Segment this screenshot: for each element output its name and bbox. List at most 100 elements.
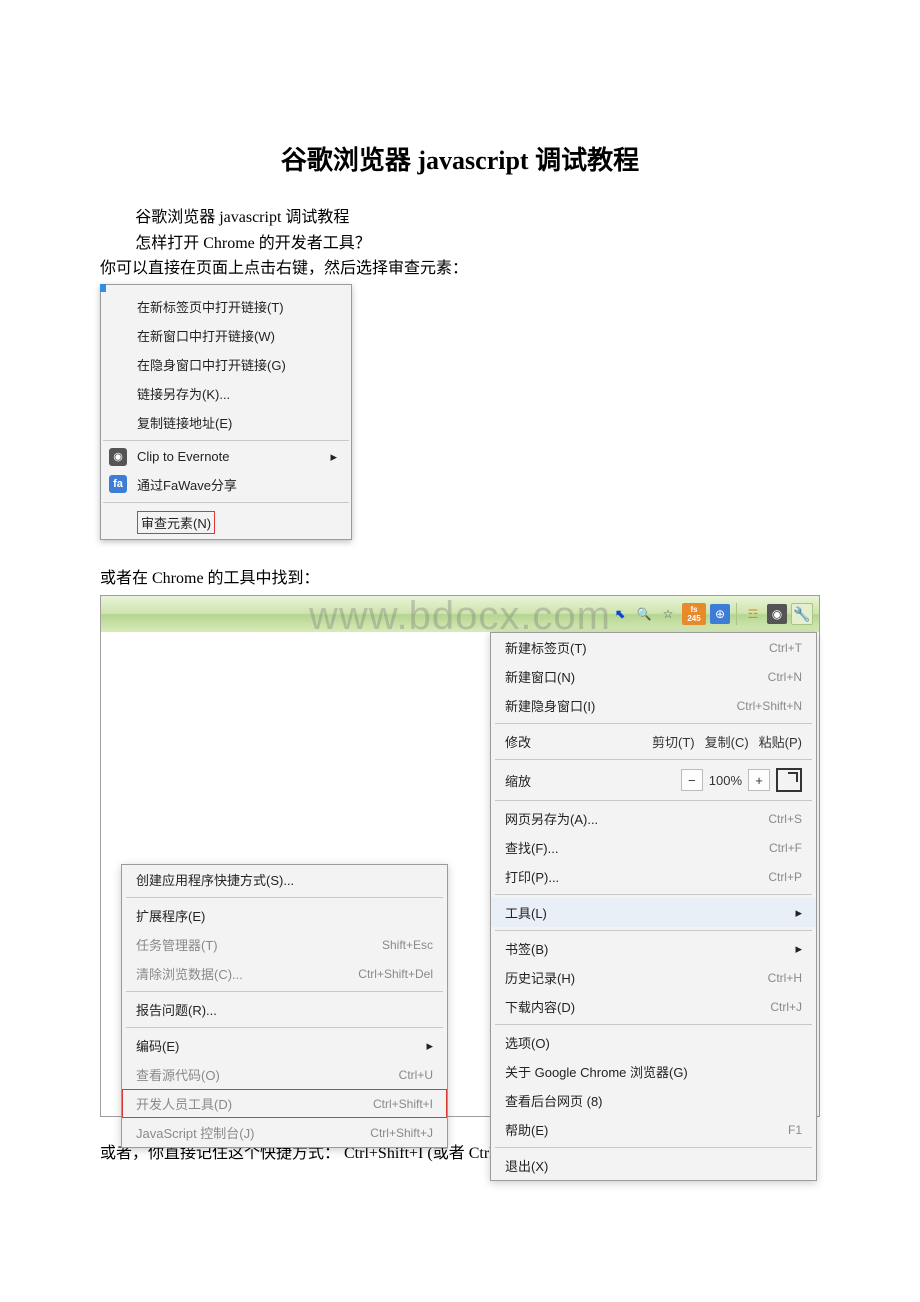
evernote-icon: ◉ (109, 448, 127, 466)
ctx-open-in-window[interactable]: 在新窗口中打开链接(W) (101, 321, 351, 350)
paragraph: 怎样打开 Chrome 的开发者工具？ (100, 231, 820, 257)
mi-history[interactable]: 历史记录(H)Ctrl+H (491, 963, 816, 992)
star-icon[interactable]: ☆ (658, 604, 678, 624)
shortcut: Ctrl+Shift+I (373, 1097, 433, 1111)
tools-submenu: 创建应用程序快捷方式(S)... 扩展程序(E) 任务管理器(T)Shift+E… (121, 864, 448, 1148)
mi-task-manager[interactable]: 任务管理器(T)Shift+Esc (122, 930, 447, 959)
globe-icon[interactable]: ⊕ (710, 604, 730, 624)
page-title: 谷歌浏览器 javascript 调试教程 (100, 140, 820, 177)
mi-label: 缩放 (505, 771, 531, 790)
ctx-inspect-element[interactable]: 审查元素(N) (101, 506, 351, 539)
mi-create-shortcut[interactable]: 创建应用程序快捷方式(S)... (122, 865, 447, 894)
mi-downloads[interactable]: 下载内容(D) Ctrl+J (491, 992, 816, 1021)
toolbar-separator (736, 603, 737, 625)
separator (126, 1027, 443, 1028)
mi-help[interactable]: 帮助(E)F1 (491, 1115, 816, 1144)
shortcut: Ctrl+T (769, 641, 802, 655)
mi-new-tab[interactable]: 新建标签页(T) Ctrl+T (491, 633, 816, 662)
mi-label: 扩展程序(E) (136, 906, 205, 925)
ctx-save-link-as[interactable]: 链接另存为(K)... (101, 379, 351, 408)
ctx-label: 在新窗口中打开链接(W) (137, 326, 275, 345)
separator (495, 1147, 812, 1148)
mi-label: 下载内容(D) (505, 997, 575, 1016)
mi-new-window[interactable]: 新建窗口(N)Ctrl+N (491, 662, 816, 691)
mi-clear-data[interactable]: 清除浏览数据(C)...Ctrl+Shift+Del (122, 959, 447, 988)
ctx-copy-link[interactable]: 复制链接地址(E) (101, 408, 351, 437)
mi-exit[interactable]: 退出(X) (491, 1151, 816, 1180)
mi-label: 网页另存为(A)... (505, 809, 598, 828)
shortcut: F1 (788, 1123, 802, 1137)
ctx-label: 链接另存为(K)... (137, 384, 230, 403)
mi-extensions[interactable]: 扩展程序(E) (122, 901, 447, 930)
mi-cut[interactable]: 剪切(T) (652, 732, 695, 751)
mi-options[interactable]: 选项(O) (491, 1028, 816, 1057)
mi-save-page[interactable]: 网页另存为(A)... Ctrl+S (491, 804, 816, 833)
shortcut: Ctrl+Shift+N (737, 699, 802, 713)
mi-encoding[interactable]: 编码(E) (122, 1031, 447, 1060)
mi-label: 查找(F)... (505, 838, 558, 857)
mi-label: 新建隐身窗口(I) (505, 696, 595, 715)
counter-icon[interactable]: fs 245 (682, 603, 706, 625)
mi-bg-pages[interactable]: 查看后台网页 (8) (491, 1086, 816, 1115)
mi-js-console[interactable]: JavaScript 控制台(J) Ctrl+Shift+J (122, 1118, 447, 1147)
shortcut: Ctrl+H (768, 971, 802, 985)
mi-label: 工具(L) (505, 903, 547, 922)
shortcut: Ctrl+S (768, 812, 802, 826)
shortcut: Ctrl+J (770, 1000, 802, 1014)
ctx-open-in-tab[interactable]: 在新标签页中打开链接(T) (101, 292, 351, 321)
mi-report-issue[interactable]: 报告问题(R)... (122, 995, 447, 1024)
mi-view-source[interactable]: 查看源代码(O)Ctrl+U (122, 1060, 447, 1089)
context-menu-figure: 在新标签页中打开链接(T) 在新窗口中打开链接(W) 在隐身窗口中打开链接(G)… (100, 284, 352, 540)
mi-bookmarks[interactable]: 书签(B) (491, 934, 816, 963)
mi-print[interactable]: 打印(P)...Ctrl+P (491, 862, 816, 891)
highlight-box: 审查元素(N) (137, 511, 215, 534)
fawave-icon: fa (109, 475, 127, 493)
shortcut: Ctrl+Shift+J (370, 1126, 433, 1140)
mi-label: JavaScript 控制台(J) (136, 1123, 254, 1142)
mi-find[interactable]: 查找(F)... Ctrl+F (491, 833, 816, 862)
ctx-clip-to-evernote[interactable]: ◉ Clip to Evernote (101, 444, 351, 470)
mi-edit-row: 修改 剪切(T) 复制(C) 粘贴(P) (491, 727, 816, 756)
mi-label: 新建标签页(T) (505, 638, 587, 657)
mi-copy[interactable]: 复制(C) (705, 732, 749, 751)
separator (126, 991, 443, 992)
evernote-icon[interactable]: ◉ (767, 604, 787, 624)
mi-label: 报告问题(R)... (136, 1000, 217, 1019)
mi-tools[interactable]: 工具(L) (491, 898, 816, 927)
shortcut: Ctrl+F (769, 841, 802, 855)
fire-icon[interactable]: ☲ (743, 604, 763, 624)
selection-hint (100, 284, 106, 292)
ctx-open-incognito[interactable]: 在隐身窗口中打开链接(G) (101, 350, 351, 379)
fullscreen-icon[interactable] (776, 768, 802, 792)
separator (103, 502, 349, 503)
separator (495, 723, 812, 724)
zoom-value: 100% (709, 773, 742, 788)
mi-label: 清除浏览数据(C)... (136, 964, 243, 983)
ctx-label: 通过FaWave分享 (137, 475, 237, 494)
toolbar: www.bdocx.com ⬉ 🔍 ☆ fs 245 ⊕ ☲ ◉ 🔧 (101, 596, 819, 632)
ctx-fawave-share[interactable]: fa 通过FaWave分享 (101, 470, 351, 499)
zoom-out-button[interactable]: − (681, 769, 703, 791)
magnify-icon[interactable]: 🔍 (634, 604, 654, 624)
mi-label: 退出(X) (505, 1156, 548, 1175)
separator (495, 759, 812, 760)
ctx-label: 复制链接地址(E) (137, 413, 232, 432)
mi-label: 查看源代码(O) (136, 1065, 220, 1084)
paragraph: 你可以直接在页面上点击右键，然后选择审查元素： (100, 256, 820, 282)
selector-icon[interactable]: ⬉ (610, 604, 630, 624)
mi-about[interactable]: 关于 Google Chrome 浏览器(G) (491, 1057, 816, 1086)
mi-label: 任务管理器(T) (136, 935, 218, 954)
zoom-in-button[interactable]: + (748, 769, 770, 791)
separator (103, 440, 349, 441)
mi-dev-tools[interactable]: 开发人员工具(D)Ctrl+Shift+I (122, 1089, 447, 1118)
mi-new-incognito[interactable]: 新建隐身窗口(I) Ctrl+Shift+N (491, 691, 816, 720)
wrench-menu-figure: www.bdocx.com ⬉ 🔍 ☆ fs 245 ⊕ ☲ ◉ 🔧 新建标签页… (100, 595, 820, 1117)
separator (126, 897, 443, 898)
ctx-label: 审查元素(N) (141, 516, 211, 531)
mi-paste[interactable]: 粘贴(P) (759, 732, 802, 751)
mi-label: 查看后台网页 (8) (505, 1091, 603, 1110)
mi-zoom-row: 缩放 − 100% + (491, 763, 816, 797)
ctx-label: 在隐身窗口中打开链接(G) (137, 355, 286, 374)
wrench-icon[interactable]: 🔧 (791, 603, 813, 625)
shortcut: Ctrl+N (768, 670, 802, 684)
